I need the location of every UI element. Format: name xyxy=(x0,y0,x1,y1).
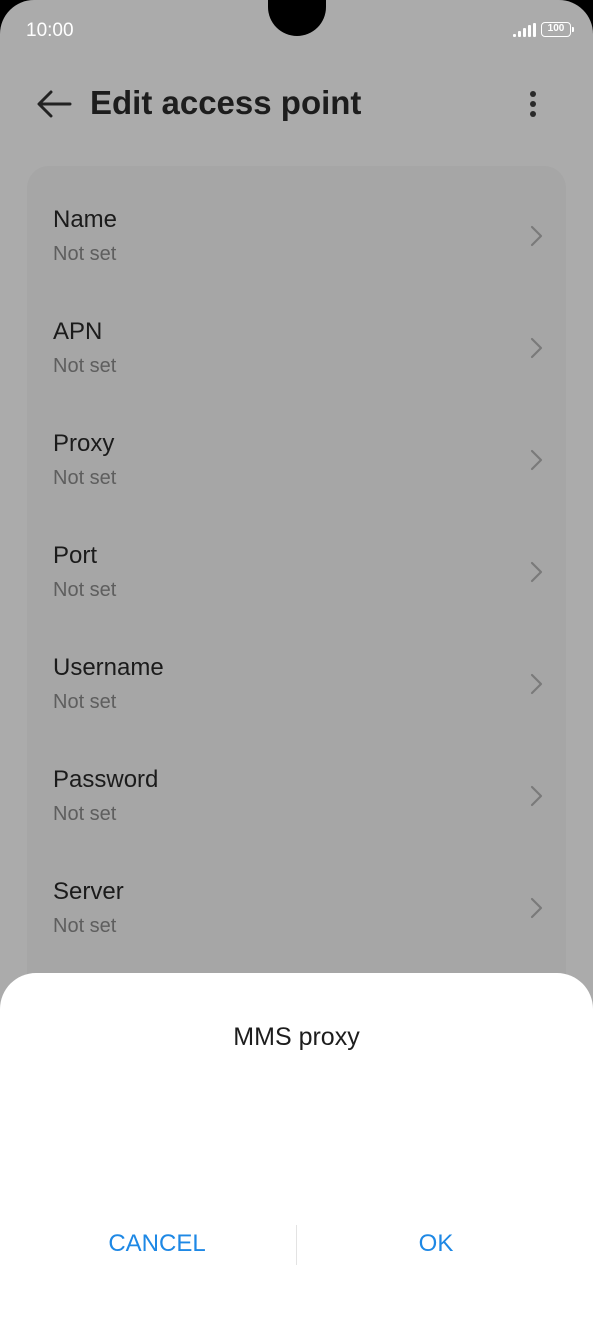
chevron-right-icon xyxy=(530,897,543,919)
signal-icon xyxy=(513,23,536,37)
camera-notch xyxy=(268,0,326,36)
status-time: 10:00 xyxy=(26,20,74,41)
setting-row-port[interactable]: Port Not set xyxy=(27,502,566,614)
setting-row-server[interactable]: Server Not set xyxy=(27,838,566,950)
settings-card: Name Not set APN Not set Proxy Not set Port Not… xyxy=(27,166,566,1066)
phone-screen: 10:00 100 Edit access point Name Not set… xyxy=(0,0,593,1318)
dialog-title: MMS proxy xyxy=(233,1023,360,1051)
setting-title: Name xyxy=(53,206,118,233)
setting-title: Proxy xyxy=(53,430,115,457)
status-bar: 10:00 100 xyxy=(0,0,593,60)
setting-row-apn[interactable]: APN Not set xyxy=(27,278,566,390)
mms-proxy-dialog: MMS proxy CANCEL OK xyxy=(0,973,593,1318)
battery-level: 100 xyxy=(547,23,565,34)
setting-row-name[interactable]: Name Not set xyxy=(27,166,566,278)
back-arrow-icon[interactable] xyxy=(36,90,72,118)
setting-value: Not set xyxy=(53,915,117,937)
chevron-right-icon xyxy=(530,337,543,359)
setting-title: Port xyxy=(53,542,98,569)
setting-row-password[interactable]: Password Not set xyxy=(27,726,566,838)
setting-value: Not set xyxy=(53,467,117,489)
setting-value: Not set xyxy=(53,243,117,265)
chevron-right-icon xyxy=(530,785,543,807)
setting-value: Not set xyxy=(53,355,117,377)
setting-value: Not set xyxy=(53,579,117,601)
ok-button[interactable]: OK xyxy=(296,1230,576,1258)
setting-title: Server xyxy=(53,878,124,905)
chevron-right-icon xyxy=(530,225,543,247)
setting-row-username[interactable]: Username Not set xyxy=(27,614,566,726)
app-header: Edit access point xyxy=(0,82,593,126)
chevron-right-icon xyxy=(530,673,543,695)
chevron-right-icon xyxy=(530,449,543,471)
status-icons: 100 xyxy=(513,22,574,37)
page-title: Edit access point xyxy=(90,84,362,121)
setting-title: Password xyxy=(53,766,159,793)
setting-title: Username xyxy=(53,654,164,681)
setting-value: Not set xyxy=(53,803,117,825)
chevron-right-icon xyxy=(530,561,543,583)
setting-value: Not set xyxy=(53,691,117,713)
setting-title: APN xyxy=(53,318,103,345)
more-options-icon[interactable] xyxy=(523,88,543,120)
cancel-button[interactable]: CANCEL xyxy=(17,1230,297,1258)
setting-row-proxy[interactable]: Proxy Not set xyxy=(27,390,566,502)
battery-icon: 100 xyxy=(541,22,574,37)
